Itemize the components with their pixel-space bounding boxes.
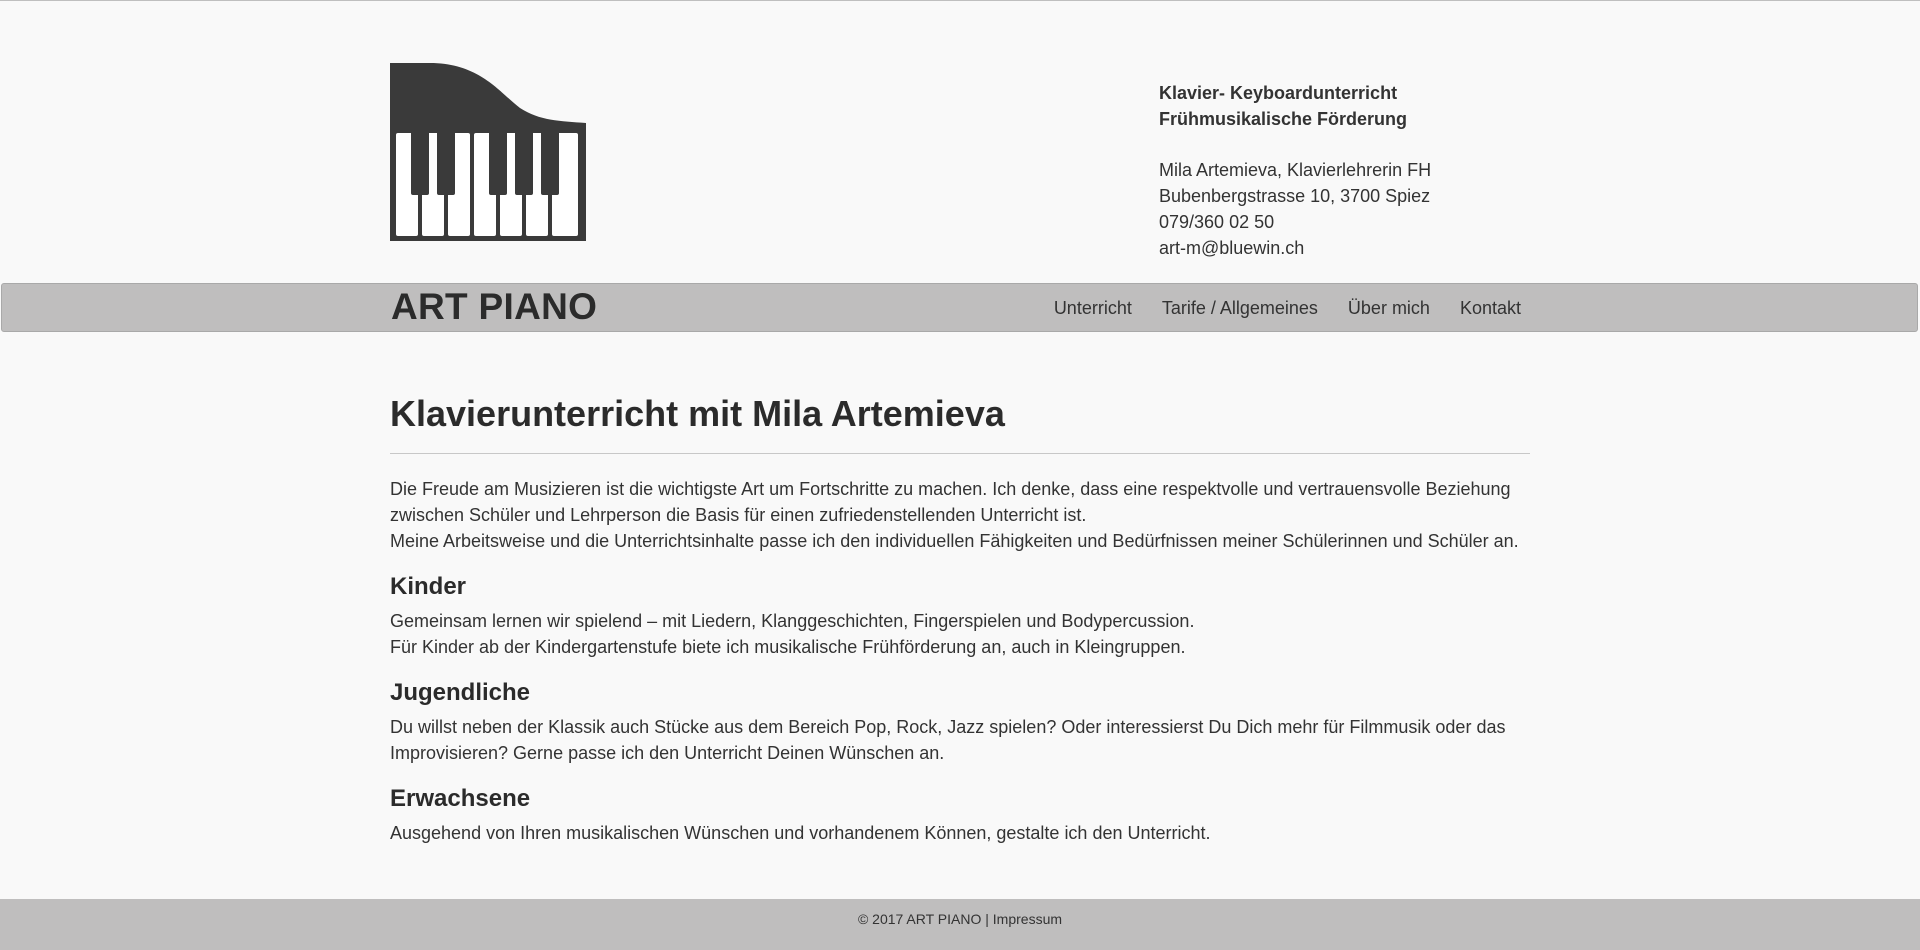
nav-item-ueber-mich[interactable]: Über mich: [1348, 298, 1430, 319]
section-heading-erwachsene: Erwachsene: [390, 785, 531, 812]
main-content: Klavierunterricht mit Mila Artemieva Die…: [390, 390, 1530, 846]
teacher-name: Mila Artemieva, Klavierlehrerin FH: [1159, 160, 1432, 180]
site-footer: © 2017 ART PIANO | Impressum: [0, 899, 1920, 950]
brand-title[interactable]: ART PIANO: [391, 288, 597, 326]
impressum-link[interactable]: Impressum: [993, 911, 1062, 927]
section-heading-jugendliche: Jugendliche: [390, 679, 531, 706]
nav-item-kontakt[interactable]: Kontakt: [1460, 298, 1521, 319]
email: art-m@bluewin.ch: [1159, 238, 1305, 258]
section-jugendliche: Jugendliche Du willst neben der Klassik …: [390, 678, 1530, 766]
jugendliche-line-1: Du willst neben der Klassik auch Stücke …: [390, 717, 1506, 763]
address: Bubenbergstrasse 10, 3700 Spiez: [1159, 186, 1431, 206]
logo-graphic: [390, 63, 586, 241]
section-erwachsene: Erwachsene Ausgehend von Ihren musikalis…: [390, 784, 1530, 846]
nav-item-tarife[interactable]: Tarife / Allgemeines: [1162, 298, 1318, 319]
nav-item-unterricht[interactable]: Unterricht: [1054, 298, 1132, 319]
phone: 079/360 02 50: [1159, 212, 1275, 232]
intro-block: Die Freude am Musizieren ist die wichtig…: [390, 476, 1530, 554]
title-divider: [390, 453, 1530, 454]
intro-paragraph-2: Meine Arbeitsweise und die Unterrichtsin…: [390, 531, 1519, 551]
service-line-piano: Klavier- Keyboardunterricht: [1159, 83, 1398, 103]
section-kinder: Kinder Gemeinsam lernen wir spielend – m…: [390, 572, 1530, 660]
page-title: Klavierunterricht mit Mila Artemieva: [390, 393, 1005, 434]
contact-block: Klavier- Keyboardunterricht Frühmusikali…: [1159, 80, 1431, 261]
navbar: ART PIANO Unterricht Tarife / Allgemeine…: [1, 283, 1918, 332]
kinder-line-1: Gemeinsam lernen wir spielend – mit Lied…: [390, 611, 1195, 631]
grand-piano-icon[interactable]: [390, 63, 586, 241]
contact-gap: [1159, 132, 1431, 157]
site-header: Klavier- Keyboardunterricht Frühmusikali…: [0, 1, 1920, 283]
erwachsene-line-1: Ausgehend von Ihren musikalischen Wünsch…: [390, 823, 1211, 843]
section-heading-kinder: Kinder: [390, 573, 467, 600]
service-line-early-music: Frühmusikalische Förderung: [1159, 109, 1408, 129]
kinder-line-2: Für Kinder ab der Kindergartenstufe biet…: [390, 637, 1186, 657]
intro-paragraph-1: Die Freude am Musizieren ist die wichtig…: [390, 479, 1511, 525]
copyright-text: © 2017 ART PIANO |: [857, 911, 989, 927]
nav-links: Unterricht Tarife / Allgemeines Über mic…: [1054, 298, 1521, 319]
